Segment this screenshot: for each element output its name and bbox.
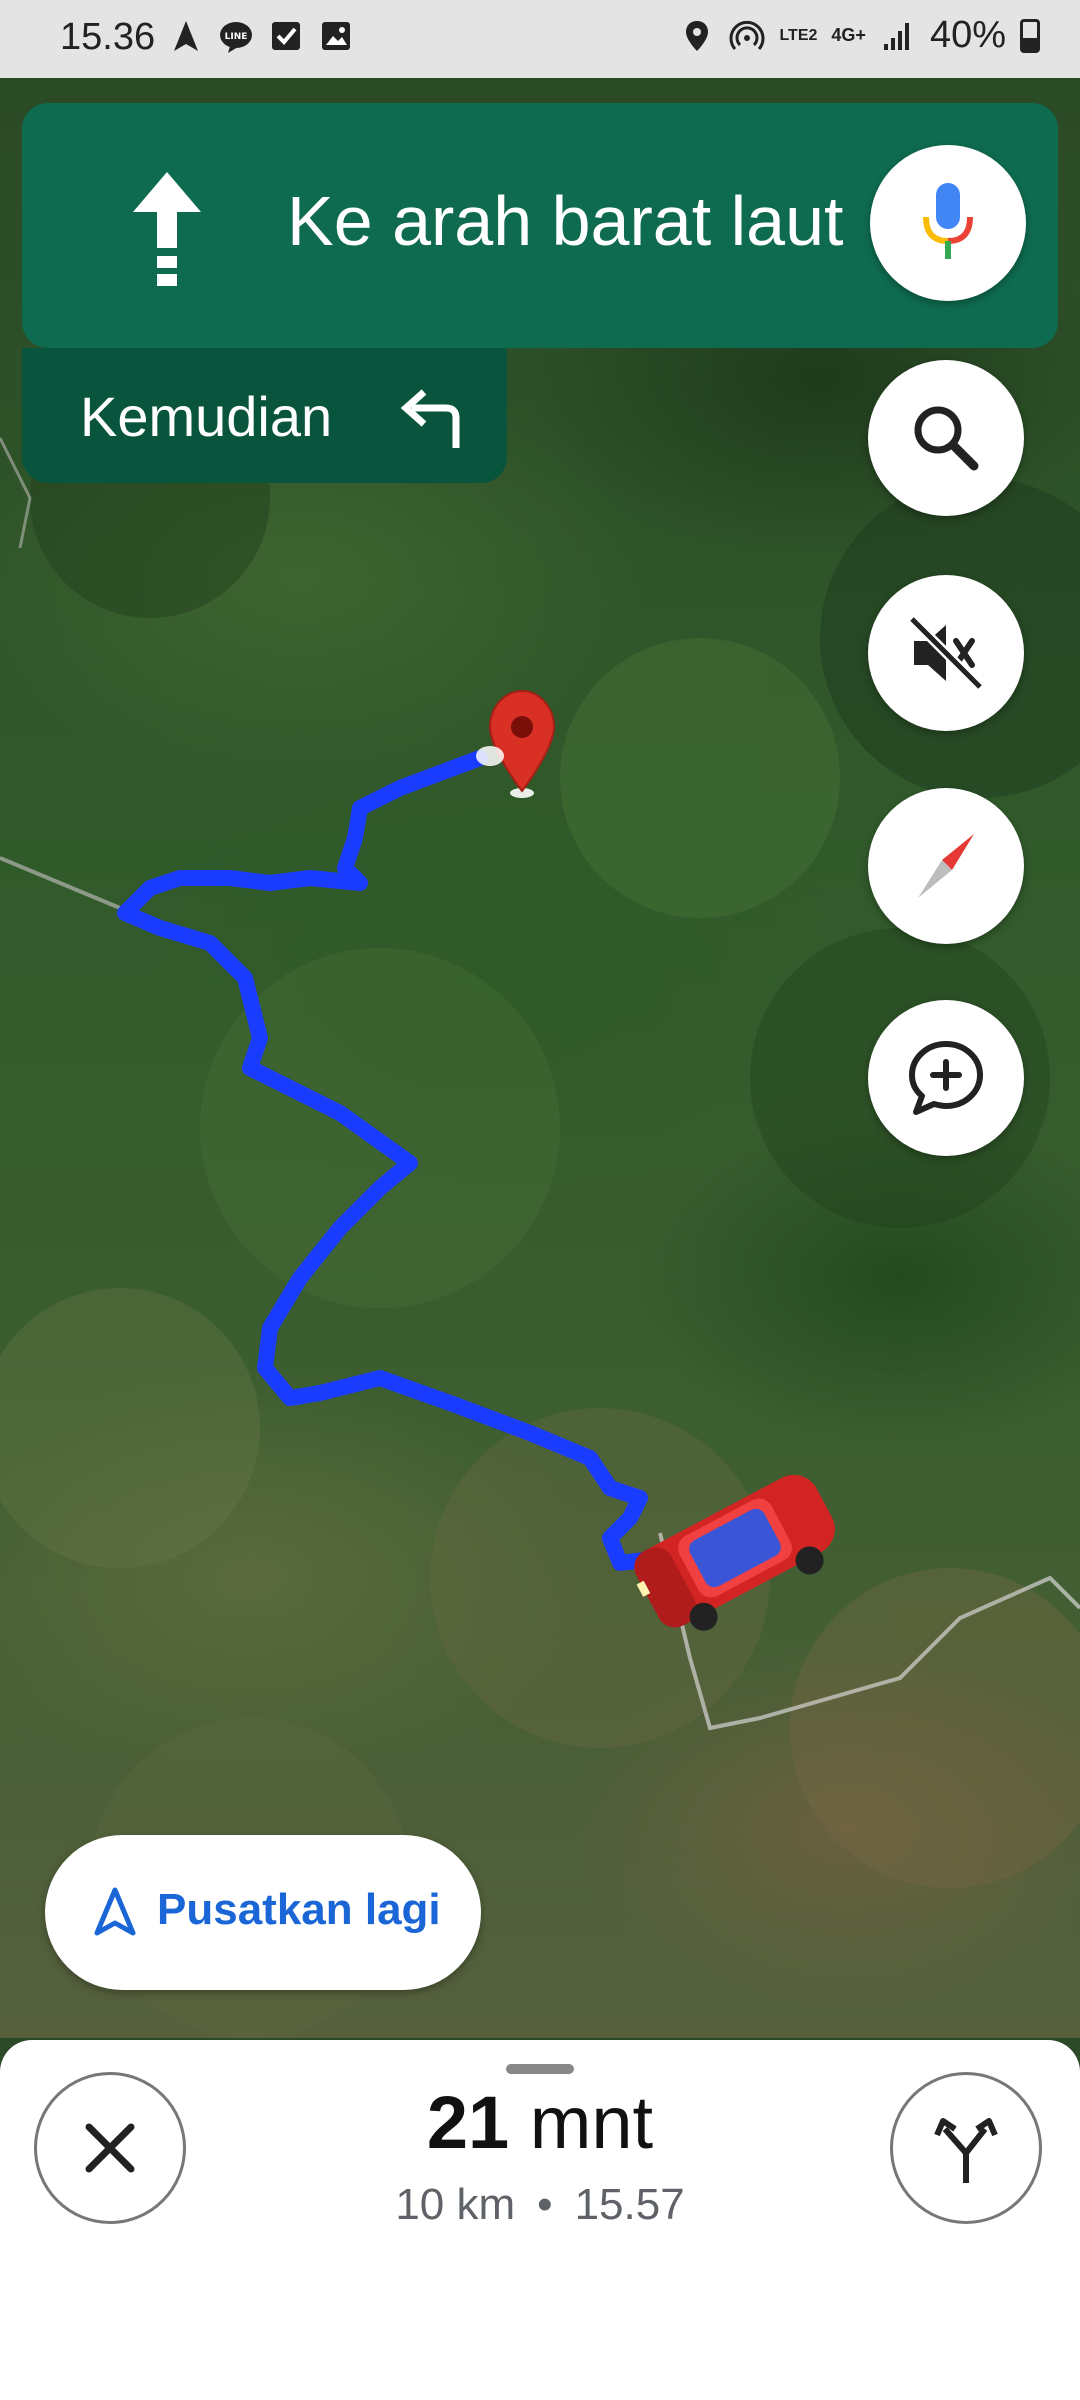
- arrival-time: 15.57: [574, 2180, 685, 2229]
- navigation-arrow-icon: [94, 1887, 136, 1936]
- search-button[interactable]: [868, 360, 1024, 516]
- add-report-button[interactable]: [868, 1000, 1024, 1156]
- navigation-status-icon: [174, 21, 198, 51]
- volume-off-icon: [908, 615, 984, 691]
- add-comment-icon: [909, 1041, 983, 1115]
- signal-status-icon: [883, 22, 909, 50]
- alternate-routes-button[interactable]: [890, 2072, 1042, 2224]
- status-left-icons: LINE: [168, 18, 354, 54]
- destination-pin-icon[interactable]: [488, 689, 556, 798]
- gallery-notification-icon: [322, 22, 350, 50]
- recenter-button[interactable]: Pusatkan lagi: [45, 1835, 481, 1990]
- battery-percent: 40%: [929, 14, 1006, 56]
- duration-value: 21: [426, 2081, 510, 2164]
- trip-summary-sheet[interactable]: 21 mnt 10 km • 15.57: [0, 2040, 1080, 2400]
- alt-route-icon: [934, 2118, 998, 2183]
- battery-icon: [1020, 18, 1040, 53]
- compass-button[interactable]: [868, 788, 1024, 944]
- then-banner: Kemudian: [22, 348, 507, 483]
- checkbox-notification-icon: [272, 22, 300, 50]
- sheet-drag-handle[interactable]: [506, 2064, 574, 2074]
- direction-instruction: Ke arah barat laut: [287, 182, 844, 260]
- compass-icon: [918, 834, 974, 898]
- search-icon: [914, 406, 979, 471]
- hotspot-status-icon: [730, 20, 765, 50]
- voice-search-button[interactable]: [870, 145, 1026, 301]
- turn-left-icon: [400, 389, 460, 448]
- network-type-label: 4G+: [831, 25, 866, 45]
- location-status-icon: [686, 20, 709, 51]
- mute-button[interactable]: [868, 575, 1024, 731]
- line-app-icon: LINE: [220, 22, 252, 53]
- status-bar: 15.36 LINE LTE2 4G+ 40%: [0, 0, 1080, 78]
- recenter-label: Pusatkan lagi: [157, 1885, 441, 1934]
- volte-label: LTE2: [779, 26, 818, 44]
- svg-text:LINE: LINE: [225, 32, 248, 42]
- separator-dot: •: [537, 2180, 553, 2229]
- status-time: 15.36: [60, 16, 156, 58]
- mic-icon: [923, 183, 973, 259]
- trip-distance: 10 km: [395, 2180, 516, 2229]
- duration-unit: mnt: [529, 2081, 654, 2164]
- straight-arrow-icon: [133, 172, 201, 286]
- status-right: LTE2 4G+ 40%: [679, 14, 1040, 57]
- then-label: Kemudian: [80, 385, 333, 448]
